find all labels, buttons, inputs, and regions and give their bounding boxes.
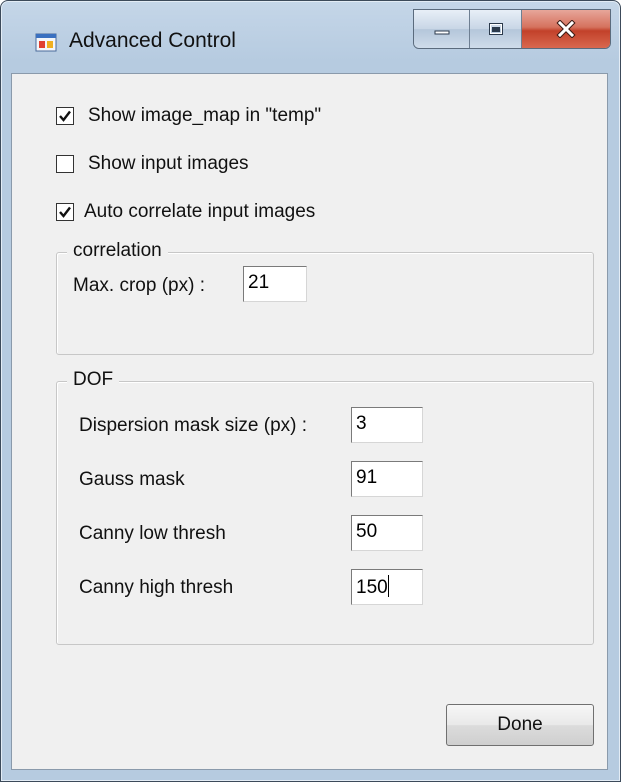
correlation-group: correlation Max. crop (px) : 21 <box>56 240 594 355</box>
minimize-icon <box>434 30 449 35</box>
checkmark-icon <box>59 110 71 122</box>
option-label: Show input images <box>88 153 249 174</box>
canny-high-label: Canny high thresh <box>79 577 234 598</box>
text-caret <box>387 575 389 597</box>
max-crop-label: Max. crop (px) : <box>73 275 205 296</box>
option-show-image-map[interactable]: Show image_map in "temp" <box>56 105 321 127</box>
dialog-window: Advanced Control Show image_map in "temp… <box>0 0 621 782</box>
auto-correlate-checkbox[interactable] <box>56 203 74 221</box>
close-icon <box>556 20 576 38</box>
close-button[interactable] <box>522 10 610 48</box>
app-window-icon <box>35 33 57 52</box>
gauss-mask-input[interactable]: 91 <box>351 461 423 497</box>
canny-low-input[interactable]: 50 <box>351 515 423 551</box>
title-bar[interactable]: Advanced Control <box>1 1 620 73</box>
gauss-mask-label: Gauss mask <box>79 469 185 490</box>
canny-high-value: 150 <box>356 577 388 598</box>
dispersion-mask-label: Dispersion mask size (px) : <box>79 415 308 436</box>
caption-buttons <box>413 9 611 49</box>
done-button[interactable]: Done <box>446 704 594 746</box>
option-label: Auto correlate input images <box>84 201 316 222</box>
option-show-input-images[interactable]: Show input images <box>56 153 249 175</box>
maximize-button[interactable] <box>470 10 522 48</box>
option-auto-correlate[interactable]: Auto correlate input images <box>56 201 315 223</box>
dof-group: DOF Dispersion mask size (px) : 3 Gauss … <box>56 369 594 645</box>
dof-legend: DOF <box>67 369 120 391</box>
show-image-map-checkbox[interactable] <box>56 107 74 125</box>
window-title: Advanced Control <box>69 29 236 52</box>
show-input-images-checkbox[interactable] <box>56 155 74 173</box>
correlation-legend: correlation <box>67 240 168 262</box>
dialog-client-area: Show image_map in "temp" Show input imag… <box>11 73 608 770</box>
max-crop-input[interactable]: 21 <box>243 266 307 302</box>
checkmark-icon <box>59 206 71 218</box>
canny-high-input[interactable]: 150 <box>351 569 423 605</box>
minimize-button[interactable] <box>414 10 470 48</box>
dispersion-mask-input[interactable]: 3 <box>351 407 423 443</box>
canny-low-label: Canny low thresh <box>79 523 226 544</box>
maximize-icon <box>488 23 503 35</box>
option-label: Show image_map in "temp" <box>88 105 322 126</box>
